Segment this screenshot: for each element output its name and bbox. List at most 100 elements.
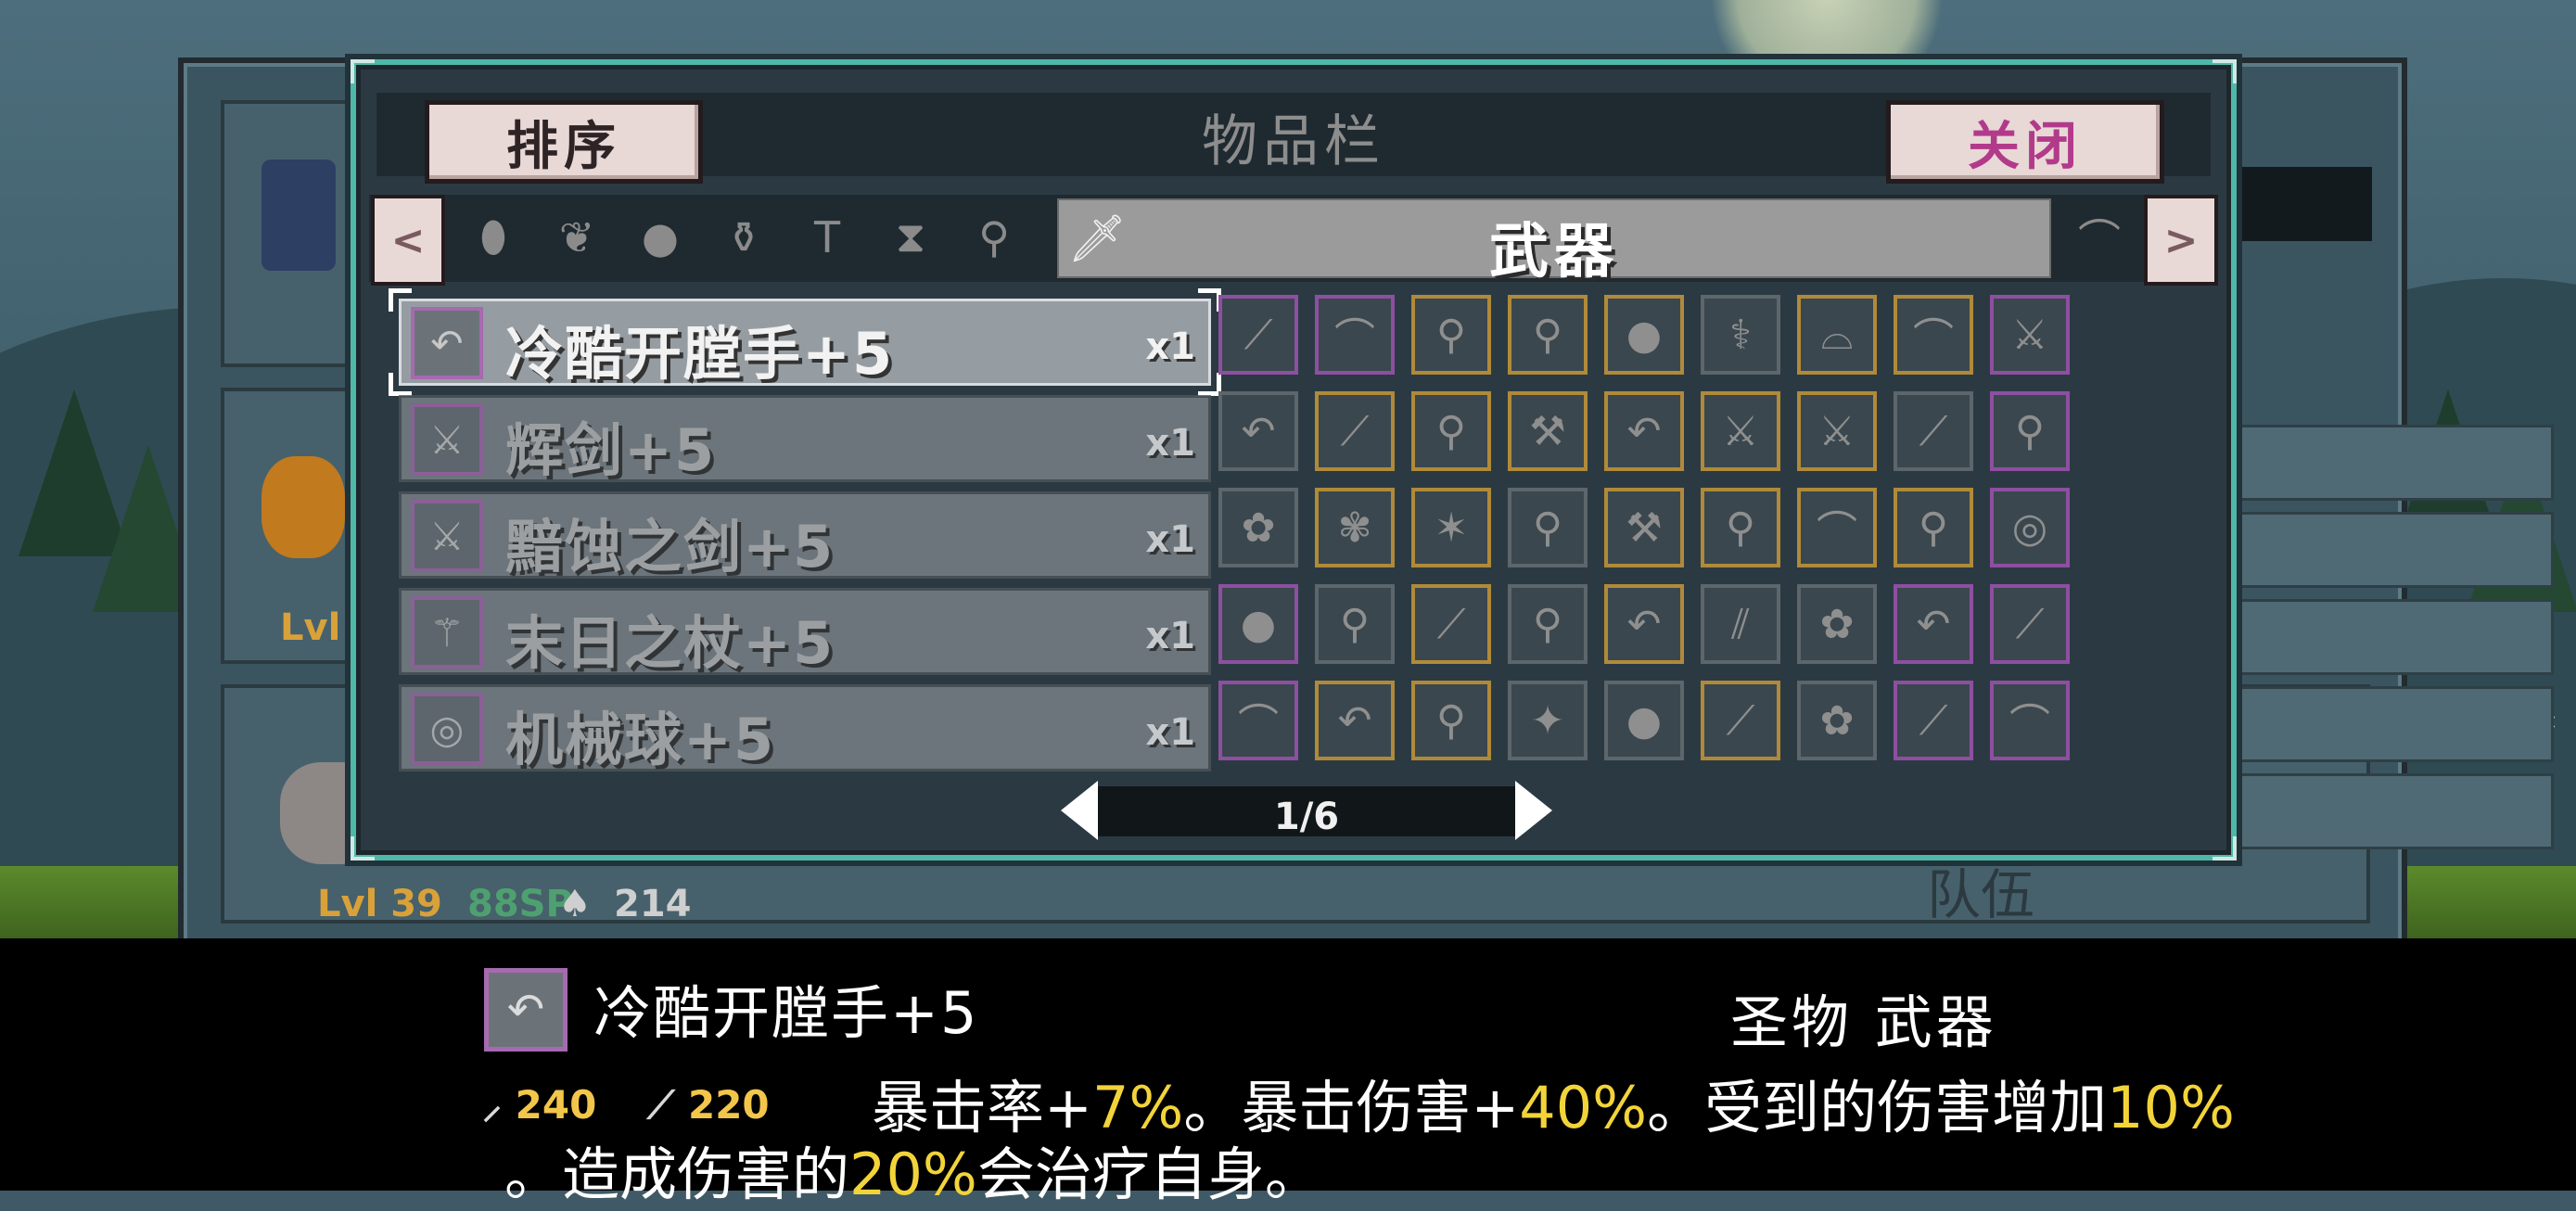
tooltip-description-line2: 。造成伤害的20%会治疗自身。 bbox=[504, 1128, 1322, 1211]
category-bottle-icon[interactable]: ⚱ bbox=[705, 200, 783, 274]
category-droplet-icon[interactable]: ⬮ bbox=[454, 200, 532, 274]
inventory-slot[interactable]: ⌒ bbox=[1894, 295, 1973, 375]
inventory-slot[interactable]: ⫽ bbox=[1701, 584, 1780, 664]
frame-corner bbox=[2213, 59, 2237, 83]
inventory-slot[interactable]: ⌒ bbox=[1990, 681, 2070, 760]
attack-value: 240 bbox=[515, 1082, 597, 1128]
tooltip-item-name: 冷酷开膛手+5 bbox=[593, 979, 979, 1047]
level-label: Lvl 39 bbox=[317, 883, 442, 925]
item-row[interactable]: ⚚ 末日之杖+5 x1 bbox=[399, 588, 1211, 677]
inventory-slot[interactable]: ⌒ bbox=[1797, 488, 1877, 567]
inventory-slot[interactable]: ● bbox=[1604, 681, 1684, 760]
sword-icon: ⚔ bbox=[411, 403, 483, 476]
inventory-slot[interactable]: ⟋ bbox=[1411, 584, 1491, 664]
item-row-selected[interactable]: ↶ 冷酷开膛手+5 x1 bbox=[389, 288, 1221, 396]
category-hourglass-icon[interactable]: ⧗ bbox=[872, 200, 950, 274]
scythe-icon: ↶ bbox=[411, 307, 483, 379]
inventory-slot[interactable]: ⚲ bbox=[1411, 681, 1491, 760]
inventory-slot[interactable]: ⚕ bbox=[1701, 295, 1780, 375]
inventory-slot[interactable]: ⌒ bbox=[1315, 295, 1395, 375]
level-label: Lvl bbox=[280, 606, 341, 649]
inventory-slot[interactable]: ✾ bbox=[1315, 488, 1395, 567]
inventory-slot[interactable]: ✿ bbox=[1797, 584, 1877, 664]
item-row[interactable]: ⚔ 辉剑+5 x1 bbox=[399, 395, 1211, 484]
inventory-slot[interactable]: ⟋ bbox=[1990, 584, 2070, 664]
inventory-slot[interactable]: ⟋ bbox=[1315, 391, 1395, 471]
inventory-slot[interactable]: ● bbox=[1218, 584, 1298, 664]
hero-sprite bbox=[261, 456, 345, 558]
page-indicator: 1/6 bbox=[1273, 796, 1340, 838]
inventory-slot[interactable]: ↶ bbox=[1315, 681, 1395, 760]
item-row[interactable]: ⚔ 黯蚀之剑+5 x1 bbox=[399, 491, 1211, 580]
inventory-slot[interactable]: ⚲ bbox=[1411, 391, 1491, 471]
inventory-slot[interactable]: ⚲ bbox=[1411, 295, 1491, 375]
description-text: 。造成伤害的 bbox=[504, 1141, 850, 1208]
item-row[interactable]: ◎ 机械球+5 x1 bbox=[399, 684, 1211, 773]
inventory-slot[interactable]: ⚔ bbox=[1701, 391, 1780, 471]
inventory-slot[interactable]: ⟋ bbox=[1218, 295, 1298, 375]
staff-icon: ⚚ bbox=[411, 596, 483, 669]
inventory-slot[interactable]: ⚔ bbox=[1990, 295, 2070, 375]
description-text: 。受到的伤害增加 bbox=[1647, 1074, 2108, 1141]
inventory-slot[interactable]: ✿ bbox=[1797, 681, 1877, 760]
item-name: 黯蚀之剑+5 bbox=[505, 513, 835, 580]
inventory-slot[interactable]: ⚲ bbox=[1508, 488, 1588, 567]
inventory-slot[interactable]: ↶ bbox=[1604, 391, 1684, 471]
category-key-icon[interactable]: ⚲ bbox=[955, 200, 1033, 274]
inventory-slot[interactable]: ⚒ bbox=[1508, 391, 1588, 471]
inventory-slot[interactable]: ⚒ bbox=[1604, 488, 1684, 567]
frame-corner bbox=[351, 836, 375, 860]
prev-category-button[interactable]: < bbox=[371, 195, 445, 286]
inventory-slot[interactable]: ⚲ bbox=[1894, 488, 1973, 567]
item-name: 辉剑+5 bbox=[505, 416, 717, 484]
category-hammer-icon[interactable]: T bbox=[788, 200, 866, 274]
magic-icon: ⟋ bbox=[646, 1082, 675, 1128]
inventory-slot[interactable]: ● bbox=[1604, 295, 1684, 375]
inventory-slot[interactable]: ⟋ bbox=[1894, 391, 1973, 471]
inventory-slot[interactable]: ✦ bbox=[1508, 681, 1588, 760]
category-leaf-icon[interactable]: ❦ bbox=[538, 200, 616, 274]
inventory-slot[interactable]: ⌓ bbox=[1797, 295, 1877, 375]
attack-icon: ⸝ bbox=[482, 1082, 503, 1128]
sp-label: 88SP bbox=[467, 883, 573, 925]
pager: 1/6 bbox=[1061, 781, 1552, 840]
category-bar: < ⬮ ❦ ● ⚱ T ⧗ ⚲ 🗡 武器 ⌒ > bbox=[369, 195, 2218, 287]
selection-corner bbox=[389, 373, 412, 396]
inventory-slot[interactable]: ⚲ bbox=[1508, 295, 1588, 375]
description-text: 会治疗自身。 bbox=[976, 1141, 1322, 1208]
next-category-button[interactable]: > bbox=[2144, 195, 2218, 286]
category-helmet-icon[interactable]: ⌒ bbox=[2060, 200, 2138, 274]
category-fruit-icon[interactable]: ● bbox=[621, 200, 699, 274]
tooltip-stats: ⸝ 240 ⟋ 220 bbox=[482, 1077, 770, 1130]
inventory-slot[interactable]: ◎ bbox=[1990, 488, 2070, 567]
inventory-slot[interactable]: ⚲ bbox=[1701, 488, 1780, 567]
item-name: 冷酷开膛手+5 bbox=[505, 320, 895, 388]
inventory-slot[interactable]: ↶ bbox=[1218, 391, 1298, 471]
item-qty: x1 bbox=[1145, 325, 1195, 368]
inventory-slot[interactable]: ⟋ bbox=[1894, 681, 1973, 760]
item-qty: x1 bbox=[1145, 615, 1195, 657]
close-button[interactable]: 关闭 bbox=[1886, 100, 2164, 184]
inventory-slot[interactable]: ✶ bbox=[1411, 488, 1491, 567]
category-selected[interactable]: 🗡 武器 bbox=[1057, 198, 2051, 287]
hero-sprite bbox=[261, 159, 336, 271]
inventory-slot[interactable]: ↶ bbox=[1604, 584, 1684, 664]
item-qty: x1 bbox=[1145, 711, 1195, 754]
inventory-slot[interactable]: ⚲ bbox=[1508, 584, 1588, 664]
prev-page-button[interactable] bbox=[1061, 781, 1098, 840]
inventory-panel: 排序 物品栏 关闭 < ⬮ ❦ ● ⚱ T ⧗ ⚲ 🗡 武器 ⌒ > ↶ 冷酷开… bbox=[351, 59, 2237, 860]
inventory-slot[interactable]: ↶ bbox=[1894, 584, 1973, 664]
inventory-slot[interactable]: ⟋ bbox=[1701, 681, 1780, 760]
item-qty: x1 bbox=[1145, 518, 1195, 561]
sword-icon: ⚔ bbox=[411, 500, 483, 572]
inventory-slot[interactable]: ⚔ bbox=[1797, 391, 1877, 471]
page-indicator-bar: 1/6 bbox=[1098, 786, 1515, 838]
inventory-slot[interactable]: ✿ bbox=[1218, 488, 1298, 567]
inventory-slot[interactable]: ⚲ bbox=[1315, 584, 1395, 664]
frame-corner bbox=[2213, 836, 2237, 860]
menu-team[interactable]: 队伍 bbox=[1927, 851, 2034, 929]
next-page-button[interactable] bbox=[1515, 781, 1552, 840]
scythe-icon: ↶ bbox=[484, 968, 567, 1052]
inventory-slot[interactable]: ⌒ bbox=[1218, 681, 1298, 760]
inventory-slot[interactable]: ⚲ bbox=[1990, 391, 2070, 471]
